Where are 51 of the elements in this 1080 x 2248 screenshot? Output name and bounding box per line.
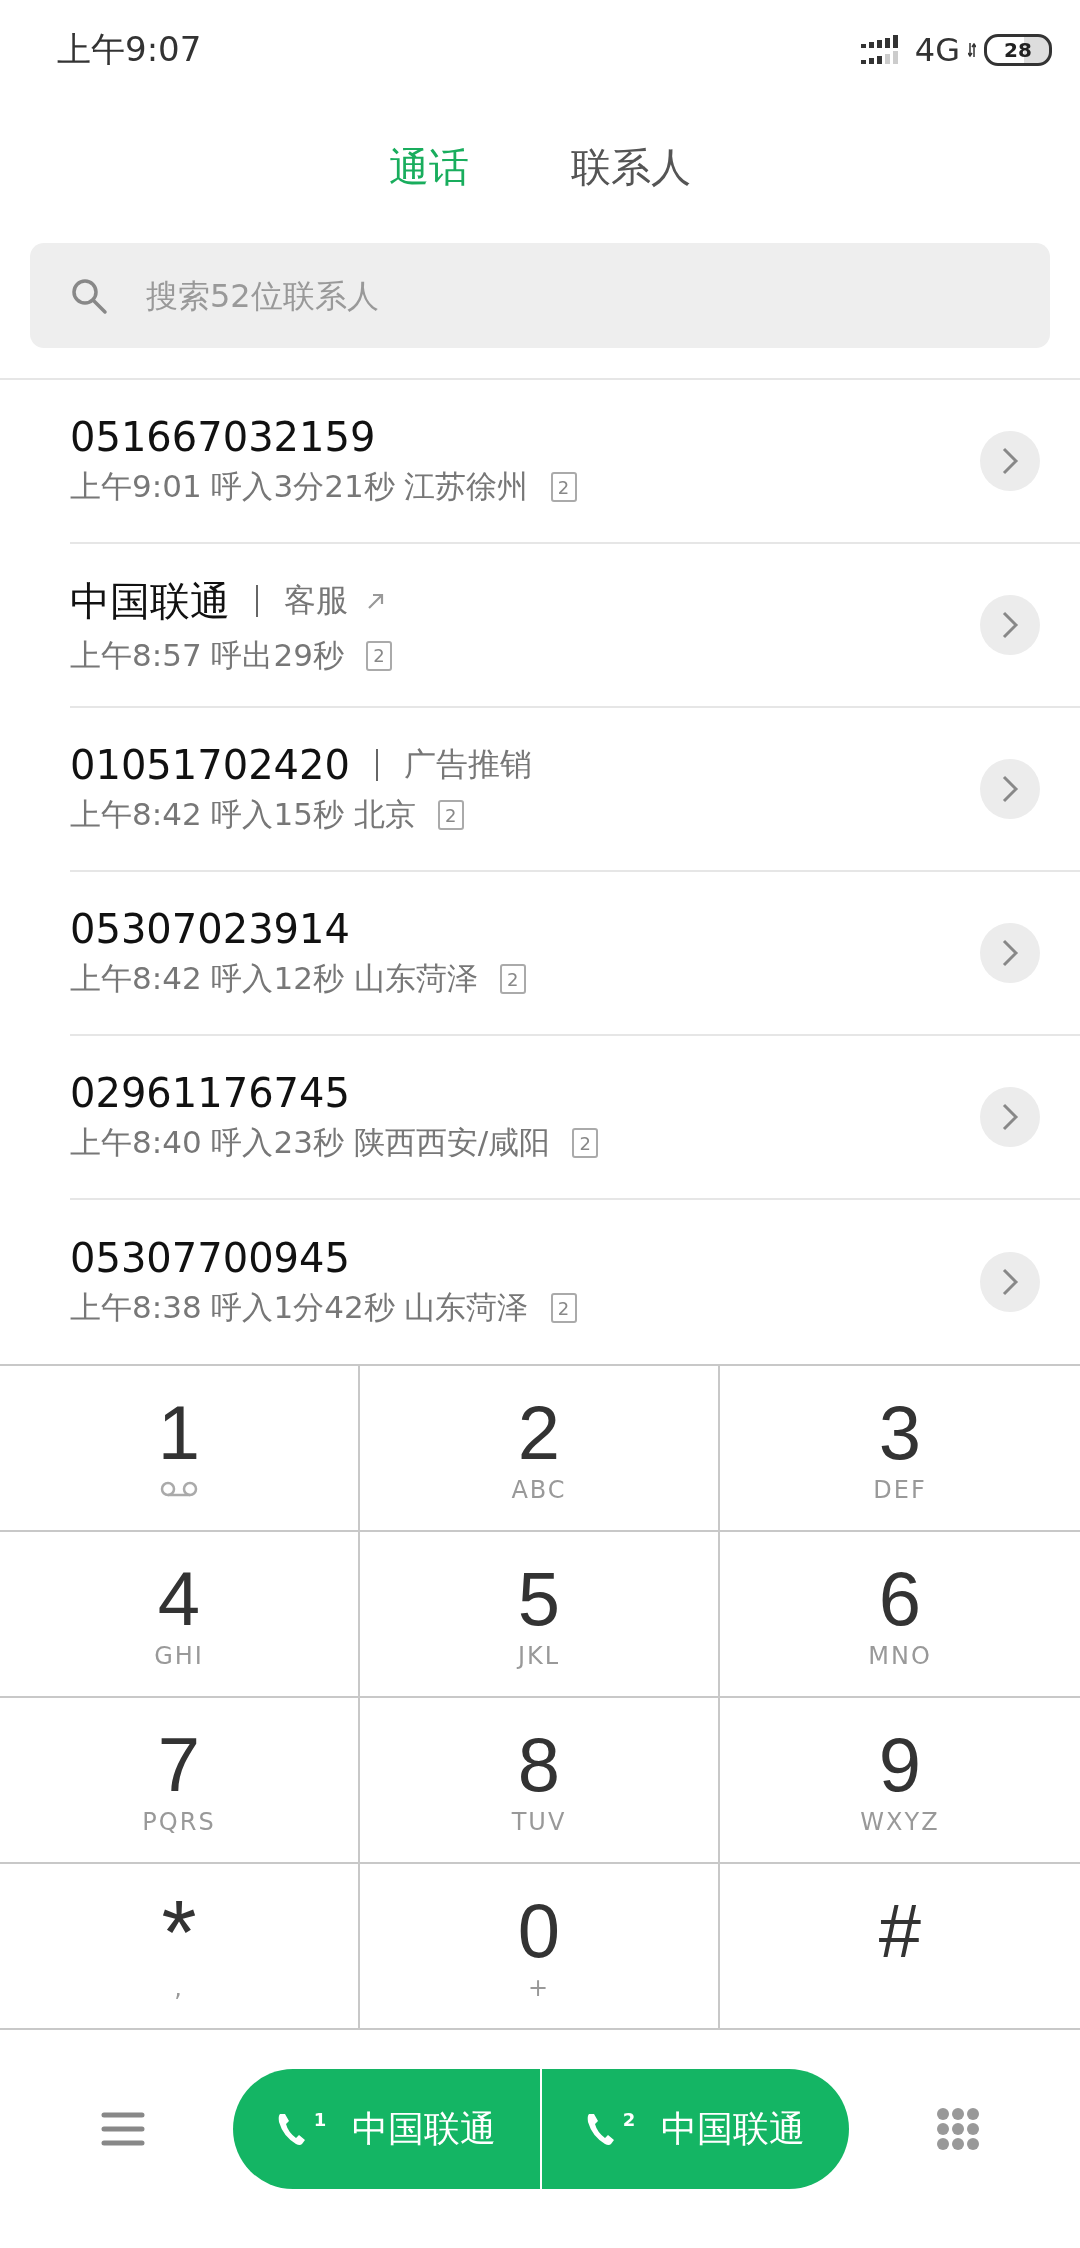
caller-tag: 客服 [284, 579, 348, 623]
menu-icon[interactable] [101, 2111, 145, 2147]
dialpad-icon[interactable] [936, 2107, 980, 2151]
sim-badge: 2 [550, 1293, 577, 1323]
tab[interactable]: 联系人 [565, 132, 697, 203]
call-details: 上午8:42 呼入15秒 北京 [70, 795, 416, 834]
caller-name: 05307023914 [70, 906, 350, 952]
dial-key[interactable]: * , [0, 1864, 360, 2030]
call-log-item[interactable]: 01051702420 广告推销 上午8:42 呼入15秒 北京 2 [70, 708, 1080, 872]
battery-icon: 28 [984, 34, 1052, 66]
caller-name: 中国联通 [70, 576, 230, 626]
chevron-icon [1000, 610, 1020, 640]
chevron-icon [1000, 938, 1020, 968]
signal-icon [860, 35, 901, 65]
status-time: 上午9:07 [57, 28, 202, 71]
dial-key[interactable]: 0 + [360, 1864, 720, 2030]
dial-key[interactable]: 2 ABC [360, 1366, 720, 1532]
caller-name: 02961176745 [70, 1070, 350, 1116]
sim-badge: 2 [572, 1128, 599, 1158]
call-details: 上午8:38 呼入1分42秒 山东菏泽 [70, 1288, 529, 1327]
dial-key[interactable]: 7 PQRS [0, 1698, 360, 1864]
call-log-item[interactable]: 02961176745 上午8:40 呼入23秒 陕西西安/咸阳 2 [70, 1036, 1080, 1200]
search-bar[interactable]: 搜索52位联系人 [30, 243, 1050, 348]
chevron-icon [1000, 1267, 1020, 1297]
call-log-item[interactable]: 中国联通 客服 上午8:57 呼出29秒 2 [70, 544, 1080, 708]
sim-badge: 2 [499, 964, 526, 994]
caller-tag: 广告推销 [403, 743, 532, 787]
call-details: 上午8:42 呼入12秒 山东菏泽 [70, 959, 478, 998]
call-log-item[interactable]: 05307023914 上午8:42 呼入12秒 山东菏泽 2 [70, 872, 1080, 1036]
call-details: 上午8:40 呼入23秒 陕西西安/咸阳 [70, 1123, 551, 1162]
sim-badge: 2 [437, 800, 464, 830]
chevron-icon [1000, 1102, 1020, 1132]
dial-key[interactable]: 8 TUV [360, 1698, 720, 1864]
call-details: 上午9:01 呼入3分21秒 江苏徐州 [70, 467, 529, 506]
network-type: 4G [914, 31, 960, 69]
caller-name: 051667032159 [70, 414, 376, 460]
sim-badge: 2 [365, 640, 392, 671]
call-log-item[interactable]: 051667032159 上午9:01 呼入3分21秒 江苏徐州 2 [70, 380, 1080, 544]
dial-key[interactable]: 5 JKL [360, 1532, 720, 1698]
data-arrows-icon [968, 43, 976, 57]
dial-key[interactable]: 1 [0, 1366, 360, 1532]
sim-badge: 2 [550, 472, 577, 502]
chevron-icon [1000, 446, 1020, 476]
search-icon [70, 276, 108, 315]
chevron-icon [1000, 774, 1020, 804]
search-field[interactable]: 搜索52位联系人 [144, 275, 1010, 316]
caller-name: 01051702420 [70, 742, 350, 788]
call-details: 上午8:57 呼出29秒 [70, 635, 344, 675]
call-log-item[interactable]: 05307700945 上午8:38 呼入1分42秒 山东菏泽 2 [70, 1200, 1080, 1364]
caller-name: 05307700945 [70, 1235, 350, 1281]
dial-key[interactable]: 4 GHI [0, 1532, 360, 1698]
